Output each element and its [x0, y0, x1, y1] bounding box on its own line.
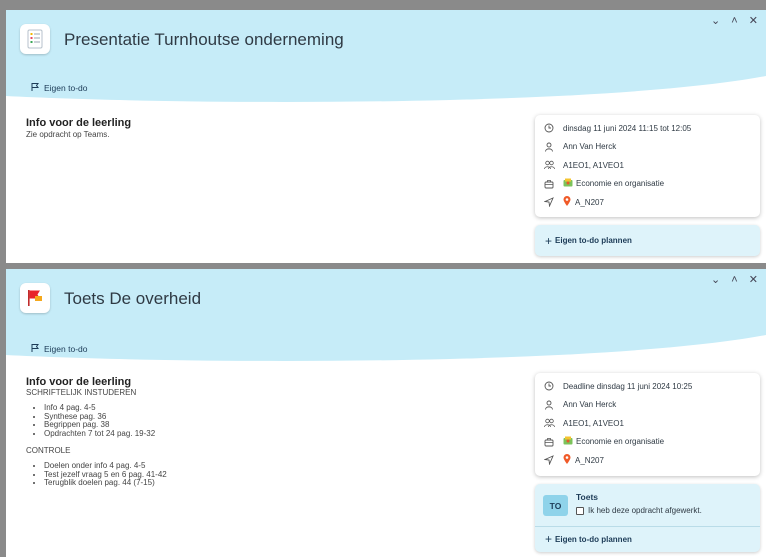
- groups-row: A1EO1, A1VEO1: [535, 156, 760, 175]
- task-done-checkbox[interactable]: Ik heb deze opdracht afgewerkt.: [576, 506, 702, 515]
- list-item: Opdrachten 7 tot 24 pag. 19-32: [44, 429, 167, 439]
- teacher-row: Ann Van Herck: [535, 396, 760, 415]
- briefcase-icon: [543, 179, 555, 189]
- flag-icon: [30, 82, 40, 94]
- eigen-todo-button[interactable]: Eigen to-do: [30, 343, 87, 355]
- page-title: Toets De overheid: [64, 289, 202, 308]
- clock-icon: [543, 123, 555, 133]
- plan-label: Eigen to-do plannen: [555, 236, 632, 245]
- lesson-details-card: Deadline dinsdag 11 juni 2024 10:25 Ann …: [535, 373, 760, 476]
- groups-text: A1EO1, A1VEO1: [563, 160, 624, 170]
- info-body: SCHRIFTELIJK INSTUDEREN Info 4 pag. 4-5 …: [26, 388, 167, 496]
- plus-icon: +: [545, 233, 553, 248]
- lesson-panel-presentatie: Presentatie Turnhoutse onderneming ⌄ ˄ ✕…: [6, 10, 766, 263]
- course-text: Economie en organisatie: [576, 179, 665, 189]
- course-emoji-icon: [563, 436, 573, 447]
- time-text: dinsdag 11 juni 2024 11:15 tot 12:05: [563, 123, 692, 133]
- navigation-arrow-icon: [543, 455, 555, 466]
- course-emoji-icon: [563, 178, 573, 189]
- page-title: Presentatie Turnhoutse onderneming: [64, 30, 344, 49]
- info-title: Info voor de leerling: [26, 376, 132, 388]
- header-wave: [6, 335, 766, 361]
- teacher-text: Ann Van Herck: [563, 400, 617, 410]
- location-pin-icon: [563, 196, 571, 208]
- clock-icon: [543, 381, 555, 391]
- person-icon: [543, 142, 555, 152]
- window-controls: ⌄ ˄ ✕: [711, 273, 762, 286]
- course-row: Economie en organisatie: [535, 175, 760, 194]
- eigen-todo-label: Eigen to-do: [44, 344, 88, 354]
- divider: [535, 526, 760, 527]
- header-wave: [6, 76, 766, 102]
- flag-icon: [30, 343, 40, 355]
- document-icon: [20, 24, 50, 54]
- checkbox-label: Ik heb deze opdracht afgewerkt.: [588, 506, 702, 515]
- section-heading: SCHRIFTELIJK INSTUDEREN: [26, 388, 137, 397]
- location-text: A_N207: [575, 197, 604, 207]
- eigen-todo-label: Eigen to-do: [44, 83, 88, 93]
- window-controls: ⌄ ˄ ✕: [711, 14, 762, 27]
- close-icon[interactable]: ✕: [749, 15, 762, 27]
- control-list: Doelen onder info 4 pag. 4-5 Test jezelf…: [38, 461, 167, 488]
- lesson-details-card: dinsdag 11 juni 2024 11:15 tot 12:05 Ann…: [535, 115, 760, 217]
- collapse-icon[interactable]: ⌄: [711, 15, 724, 27]
- expand-icon[interactable]: ˄: [731, 274, 741, 286]
- task-badge: TO: [543, 495, 568, 516]
- expand-icon[interactable]: ˄: [731, 15, 741, 27]
- list-item: Terugblik doelen pag. 44 (7-15): [44, 478, 167, 488]
- task-title: Toets: [576, 492, 599, 502]
- study-list: Info 4 pag. 4-5 Synthese pag. 36 Begripp…: [38, 403, 167, 439]
- checkbox-icon[interactable]: [576, 506, 584, 515]
- section-heading: CONTROLE: [26, 446, 71, 455]
- navigation-arrow-icon: [543, 197, 555, 208]
- task-card: TO Toets Ik heb deze opdracht afgewerkt.…: [535, 484, 760, 552]
- briefcase-icon: [543, 437, 555, 447]
- teacher-text: Ann Van Herck: [563, 142, 617, 152]
- group-icon: [543, 418, 555, 428]
- person-icon: [543, 400, 555, 410]
- location-text: A_N207: [575, 455, 604, 465]
- groups-text: A1EO1, A1VEO1: [563, 418, 624, 428]
- group-icon: [543, 160, 555, 170]
- course-text: Economie en organisatie: [576, 437, 665, 447]
- plus-icon: +: [545, 532, 553, 546]
- info-title: Info voor de leerling: [26, 117, 132, 129]
- flag-red-icon: [20, 283, 50, 313]
- location-pin-icon: [563, 454, 571, 466]
- eigen-todo-plannen-button[interactable]: + Eigen to-do plannen: [535, 225, 760, 256]
- panel-header: Toets De overheid ⌄ ˄ ✕: [6, 269, 766, 335]
- time-text: Deadline dinsdag 11 juni 2024 10:25: [563, 381, 693, 391]
- plan-label: Eigen to-do plannen: [555, 534, 632, 544]
- location-row: A_N207: [535, 193, 760, 212]
- eigen-todo-plannen-button[interactable]: + Eigen to-do plannen: [545, 532, 632, 546]
- location-row: A_N207: [535, 451, 760, 470]
- info-text: Zie opdracht op Teams.: [26, 130, 110, 139]
- eigen-todo-button[interactable]: Eigen to-do: [30, 82, 87, 94]
- panel-header: Presentatie Turnhoutse onderneming ⌄ ˄ ✕: [6, 10, 766, 76]
- lesson-panel-toets: Toets De overheid ⌄ ˄ ✕ Eigen to-do Info…: [6, 269, 766, 557]
- time-row: Deadline dinsdag 11 juni 2024 10:25: [535, 377, 760, 396]
- close-icon[interactable]: ✕: [749, 274, 762, 286]
- collapse-icon[interactable]: ⌄: [711, 274, 724, 286]
- course-row: Economie en organisatie: [535, 433, 760, 452]
- time-row: dinsdag 11 juni 2024 11:15 tot 12:05: [535, 119, 760, 138]
- teacher-row: Ann Van Herck: [535, 138, 760, 157]
- groups-row: A1EO1, A1VEO1: [535, 414, 760, 433]
